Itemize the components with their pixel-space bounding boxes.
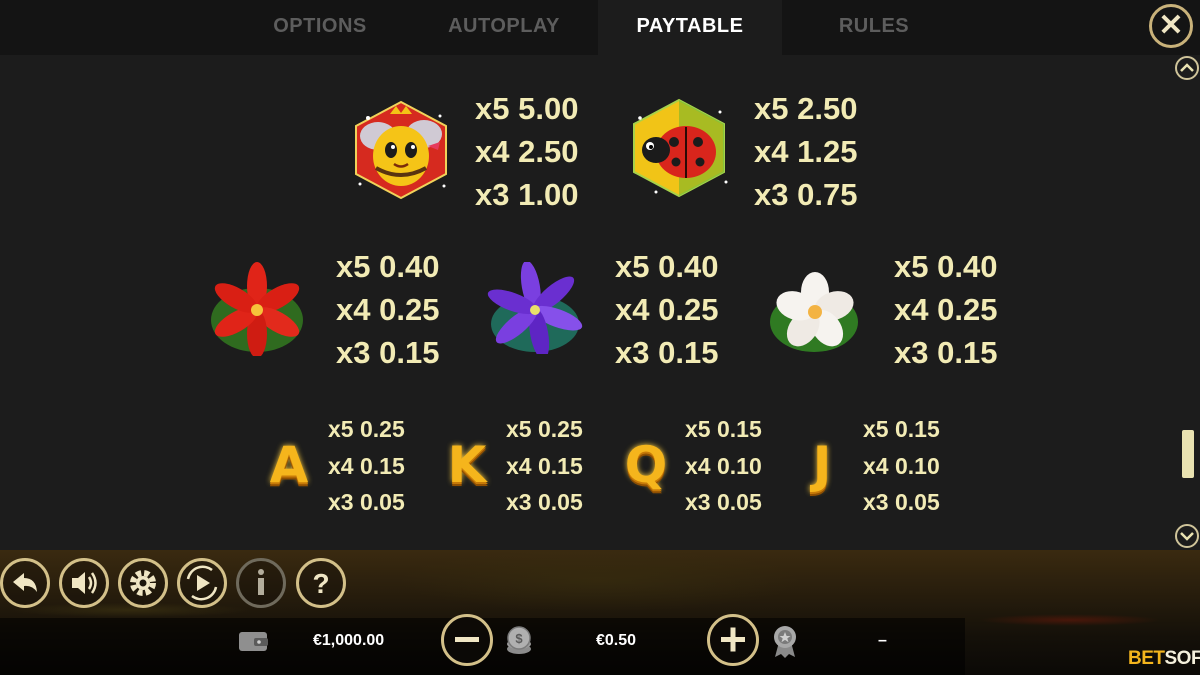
win-value: –	[878, 632, 887, 649]
close-icon: ✕	[1158, 9, 1184, 42]
tab-autoplay[interactable]: AUTOPLAY	[412, 0, 596, 55]
award-icon	[774, 626, 796, 658]
autoplay-icon	[186, 565, 218, 601]
minus-icon	[455, 637, 479, 642]
tab-rules[interactable]: RULES	[782, 0, 966, 55]
decrease-bet-button[interactable]	[441, 614, 493, 666]
gear-icon	[130, 570, 156, 596]
purple-flower-symbol	[487, 262, 583, 354]
back-arrow-icon	[13, 573, 37, 592]
bee-payouts: x5 5.00 x4 2.50 x3 1.00	[475, 91, 579, 212]
bet-value: €0.50	[596, 632, 637, 649]
chevron-up-icon	[1180, 63, 1194, 72]
ladybug-symbol	[633, 98, 728, 198]
scrollbar-thumb[interactable]	[1182, 430, 1194, 478]
sound-button[interactable]	[59, 558, 109, 608]
scroll-down-button[interactable]	[1175, 524, 1199, 548]
tab-paytable[interactable]: PAYTABLE	[598, 0, 782, 55]
close-button[interactable]: ✕	[1149, 4, 1193, 48]
white-flower-symbol	[770, 272, 858, 352]
letter-q-payouts: x5 0.15 x4 0.10 x3 0.05	[685, 416, 762, 515]
letter-a-payouts: x5 0.25 x4 0.15 x3 0.05	[328, 416, 405, 515]
speaker-icon	[72, 572, 97, 594]
red-flower-symbol	[211, 262, 303, 356]
scroll-up-button[interactable]	[1175, 56, 1199, 80]
plus-icon	[721, 627, 745, 652]
letter-a-symbol: A	[269, 436, 309, 494]
back-button[interactable]	[0, 558, 50, 608]
svg-text:?: ?	[312, 568, 329, 599]
letter-k-symbol: K	[447, 436, 487, 494]
question-icon: ?	[312, 568, 329, 599]
settings-button[interactable]	[118, 558, 168, 608]
tab-options[interactable]: OPTIONS	[228, 0, 412, 55]
svg-text:$: $	[515, 631, 523, 646]
letter-k-payouts: x5 0.25 x4 0.15 x3 0.05	[506, 416, 583, 515]
info-button[interactable]	[236, 558, 286, 608]
increase-bet-button[interactable]	[707, 614, 759, 666]
letter-j-payouts: x5 0.15 x4 0.10 x3 0.05	[863, 416, 940, 515]
tab-bar: OPTIONS AUTOPLAY PAYTABLE RULES ✕	[0, 0, 1200, 55]
balance-value: €1,000.00	[313, 632, 385, 649]
chevron-down-icon	[1180, 532, 1194, 541]
ladybug-payouts: x5 2.50 x4 1.25 x3 0.75	[754, 91, 858, 212]
bee-symbol	[355, 100, 447, 200]
info-icon	[258, 569, 264, 595]
autoplay-button[interactable]	[177, 558, 227, 608]
help-button[interactable]: ?	[296, 558, 346, 608]
coin-stack-icon: $	[507, 626, 531, 654]
purple-flower-payouts: x5 0.40 x4 0.25 x3 0.15	[615, 249, 719, 370]
white-flower-payouts: x5 0.40 x4 0.25 x3 0.15	[894, 249, 998, 370]
red-flower-payouts: x5 0.40 x4 0.25 x3 0.15	[336, 249, 440, 370]
letter-q-symbol: Q	[624, 436, 668, 494]
letter-j-symbol: J	[812, 436, 832, 494]
wallet-icon	[239, 632, 268, 651]
betsoft-logo: BETSOFT	[1128, 648, 1200, 669]
